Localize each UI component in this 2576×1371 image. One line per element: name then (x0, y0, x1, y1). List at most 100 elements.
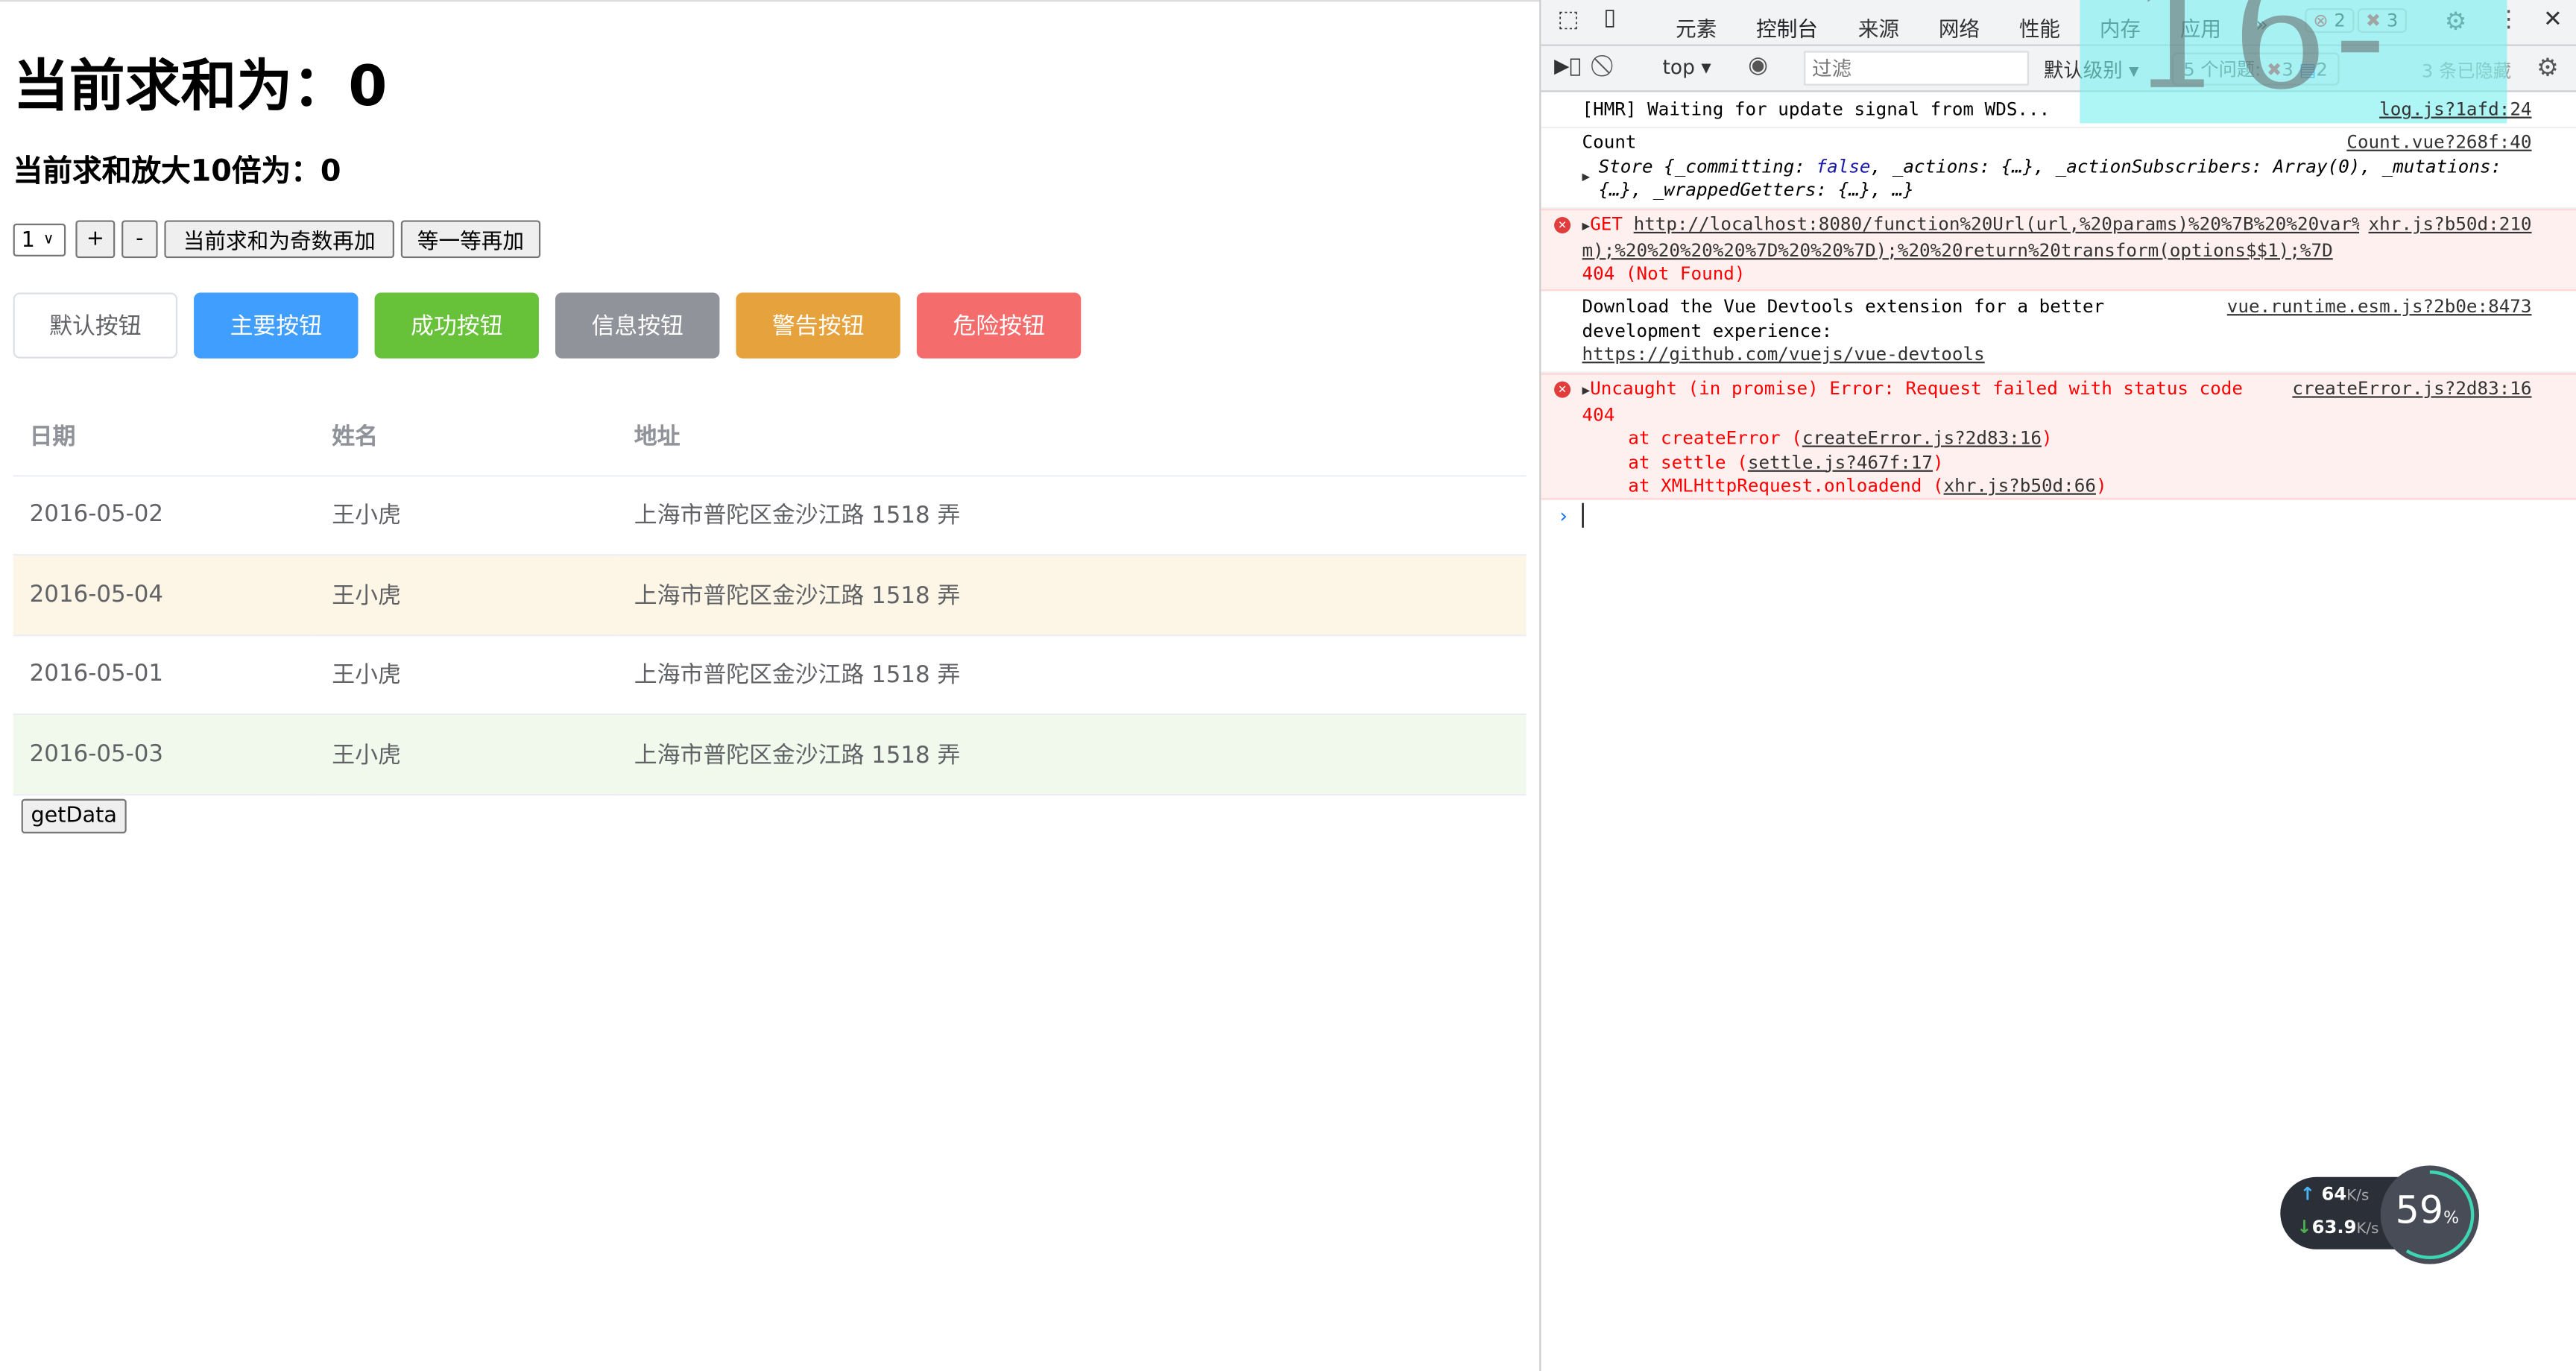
devtools-tab-5[interactable]: 内存 (2100, 11, 2141, 42)
stack-fn: at settle ( (1628, 451, 1748, 473)
issue-error-icon: ✖ (2267, 59, 2282, 81)
message-source-link[interactable]: vue.runtime.esm.js?2b0e:8473 (2227, 296, 2532, 320)
header-address: 地址 (617, 396, 1527, 476)
network-speed-widget[interactable]: ↑ 64K/s ↓63.9K/s 59% (2280, 1164, 2481, 1266)
odd-add-button[interactable]: 当前求和为奇数再加 (164, 220, 394, 259)
stack-location-link[interactable]: xhr.js?b50d:66 (1944, 475, 2096, 497)
devtools-panel: ⬚ ▯ 元素控制台来源网络性能内存应用 » ⊗ 2 ✖ 3 ⚙ ⋮ ✕ ▶⃞ ⃠… (1539, 0, 2576, 1371)
percent-value: 59 (2395, 1190, 2444, 1233)
context-value: top (1662, 55, 1695, 79)
inspect-element-icon[interactable]: ⬚ (1557, 7, 1579, 33)
log-level-select[interactable]: 默认级别 ▾ (2044, 56, 2139, 83)
web-page: 当前求和为：0 当前求和放大10倍为：0 1 ∨ + - 当前求和为奇数再加 等一… (0, 0, 1540, 1371)
message-text: [HMR] Waiting for update signal from WDS… (1582, 98, 2051, 120)
console-prompt-icon: › (1557, 504, 1570, 528)
stack-frame: at settle (settle.js?467f:17) (1628, 451, 1944, 473)
console-message: Download the Vue Devtools extension for … (1541, 292, 2576, 374)
memory-percent: 59% (2396, 1190, 2460, 1232)
data-table: 日期 姓名 地址 2016-05-02 王小虎 上海市普陀区金沙江路 1518 弄2… (13, 396, 1527, 795)
devtools-tab-2[interactable]: 来源 (1858, 11, 1899, 42)
live-expression-eye-icon[interactable]: ◉ (1748, 53, 1768, 79)
stack-frame: at XMLHttpRequest.onloadend (xhr.js?b50d… (1628, 475, 2107, 497)
el-button-2[interactable]: 成功按钮 (374, 292, 539, 359)
vue-devtools-link[interactable]: https://github.com/vuejs/vue-devtools (1582, 344, 2532, 368)
upload-unit: K/s (2346, 1188, 2370, 1205)
console-settings-gear-icon[interactable]: ⚙ (2536, 53, 2559, 83)
console-filter-input[interactable] (1804, 51, 2030, 86)
issues-label: 5 个问题: (2183, 59, 2261, 81)
message-source-link[interactable]: Count.vue?268f:40 (2346, 131, 2531, 155)
message-source-link[interactable]: createError.js?2d83:16 (2292, 378, 2531, 402)
increment-select[interactable]: 1 ∨ (13, 223, 66, 256)
message-source-link[interactable]: log.js?1afd:24 (2379, 98, 2531, 122)
minus-button[interactable]: - (121, 220, 158, 259)
console-error-message: ✕ xhr.js?b50d:210 ▶GET http://localhost:… (1541, 209, 2576, 291)
stack-fn: at createError ( (1628, 427, 1802, 449)
error-icon: ⊗ (2313, 10, 2329, 31)
cell-date: 2016-05-04 (13, 555, 316, 636)
device-toolbar-icon[interactable]: ▯ (1603, 5, 1616, 31)
close-devtools-icon[interactable]: ✕ (2543, 7, 2563, 33)
devtools-tab-bar: ⬚ ▯ 元素 控制台 来源 网络 性能 内存 应用 » ⊗ 2 ✖ 3 ⚙ ⋮ ✕ (1541, 0, 2576, 53)
sum-title: 当前求和为：0 (13, 54, 388, 120)
more-tabs-button[interactable]: » (2255, 11, 2268, 36)
expand-triangle-icon[interactable]: ▶ (1582, 383, 1591, 398)
settings-gear-icon[interactable]: ⚙ (2445, 7, 2467, 37)
el-button-5[interactable]: 危险按钮 (916, 292, 1082, 359)
percent-sign: % (2443, 1209, 2460, 1229)
sidebar-toggle-icon[interactable]: ▶⃞ (1554, 54, 1581, 78)
devtools-tab-0[interactable]: 元素 (1676, 11, 1717, 42)
devtools-tab-4[interactable]: 性能 (2019, 11, 2060, 42)
stack-location-link[interactable]: settle.js?467f:17 (1748, 451, 1933, 473)
error-icon: ✕ (1554, 217, 1571, 234)
message-source-link[interactable]: xhr.js?b50d:210 (2358, 213, 2532, 238)
cell-name: 王小虎 (315, 475, 618, 556)
upload-speed: 64 (2321, 1183, 2347, 1205)
cell-date: 2016-05-03 (13, 714, 316, 795)
wait-add-button[interactable]: 等一等再加 (400, 220, 541, 259)
cell-address: 上海市普陀区金沙江路 1518 弄 (617, 634, 1527, 716)
plus-button[interactable]: + (75, 220, 116, 259)
upload-arrow-icon: ↑ (2299, 1183, 2316, 1205)
table-header-row: 日期 姓名 地址 (13, 396, 1527, 476)
expand-triangle-icon[interactable]: ▶ (1582, 218, 1591, 233)
table-row: 2016-05-03 王小虎 上海市普陀区金沙江路 1518 弄 (13, 714, 1527, 795)
download-unit: K/s (2356, 1221, 2379, 1238)
devtools-tab-3[interactable]: 网络 (1939, 11, 1980, 42)
store-pre: Store {_committing: (1598, 155, 1816, 177)
issues-button[interactable]: 5 个问题: ✖3 ▤2 (2171, 52, 2340, 86)
issue-count-badge[interactable]: ✖ 3 (2357, 8, 2407, 34)
stack-fn: at XMLHttpRequest.onloadend ( (1628, 475, 1944, 497)
el-button-3[interactable]: 信息按钮 (555, 292, 720, 359)
more-options-icon[interactable]: ⋮ (2497, 7, 2520, 33)
console-input[interactable] (1582, 502, 1584, 528)
issues-info: 2 (2316, 59, 2328, 81)
error-count-badge[interactable]: ⊗ 2 (2305, 8, 2354, 34)
cell-address: 上海市普陀区金沙江路 1518 弄 (617, 475, 1527, 556)
store-object-preview[interactable]: ▶ Store {_committing: false, _actions: {…… (1582, 155, 2532, 203)
devtools-tab-6[interactable]: 应用 (2180, 11, 2221, 42)
error-icon: ✕ (1554, 381, 1571, 398)
console-message: Count Count.vue?268f:40 ▶ Store {_committ… (1541, 128, 2576, 209)
context-select[interactable]: top ▾ (1663, 56, 1711, 79)
cell-name: 王小虎 (315, 634, 618, 716)
table-row: 2016-05-01 王小虎 上海市普陀区金沙江路 1518 弄 (13, 634, 1527, 716)
console-toolbar: ▶⃞ ⃠ top ▾ ◉ 默认级别 ▾ 5 个问题: ✖3 ▤2 3 条已隐藏 … (1541, 45, 2576, 92)
request-method: GET (1590, 213, 1623, 236)
table-row: 2016-05-02 王小虎 上海市普陀区金沙江路 1518 弄 (13, 475, 1527, 556)
el-button-4[interactable]: 警告按钮 (736, 292, 900, 359)
cell-name: 王小虎 (315, 714, 618, 795)
stack-location-link[interactable]: createError.js?2d83:16 (1802, 427, 2042, 449)
message-text: Download the Vue Devtools extension for … (1582, 295, 2105, 341)
chevron-down-icon: ∨ (42, 231, 54, 248)
hidden-count: 3 条已隐藏 (2421, 60, 2511, 83)
console-error-message: ✕ createError.js?2d83:16 ▶Uncaught (in p… (1541, 373, 2576, 500)
request-status: 404 (Not Found) (1582, 262, 1746, 285)
el-button-1[interactable]: 主要按钮 (194, 292, 359, 359)
issue-info-icon: ▤ (2299, 59, 2317, 81)
expand-triangle-icon[interactable]: ▶ (1582, 166, 1591, 189)
cell-name: 王小虎 (315, 555, 618, 636)
get-data-button[interactable]: getData (21, 798, 127, 833)
el-button-0[interactable]: 默认按钮 (13, 292, 178, 359)
cell-date: 2016-05-01 (13, 634, 316, 716)
